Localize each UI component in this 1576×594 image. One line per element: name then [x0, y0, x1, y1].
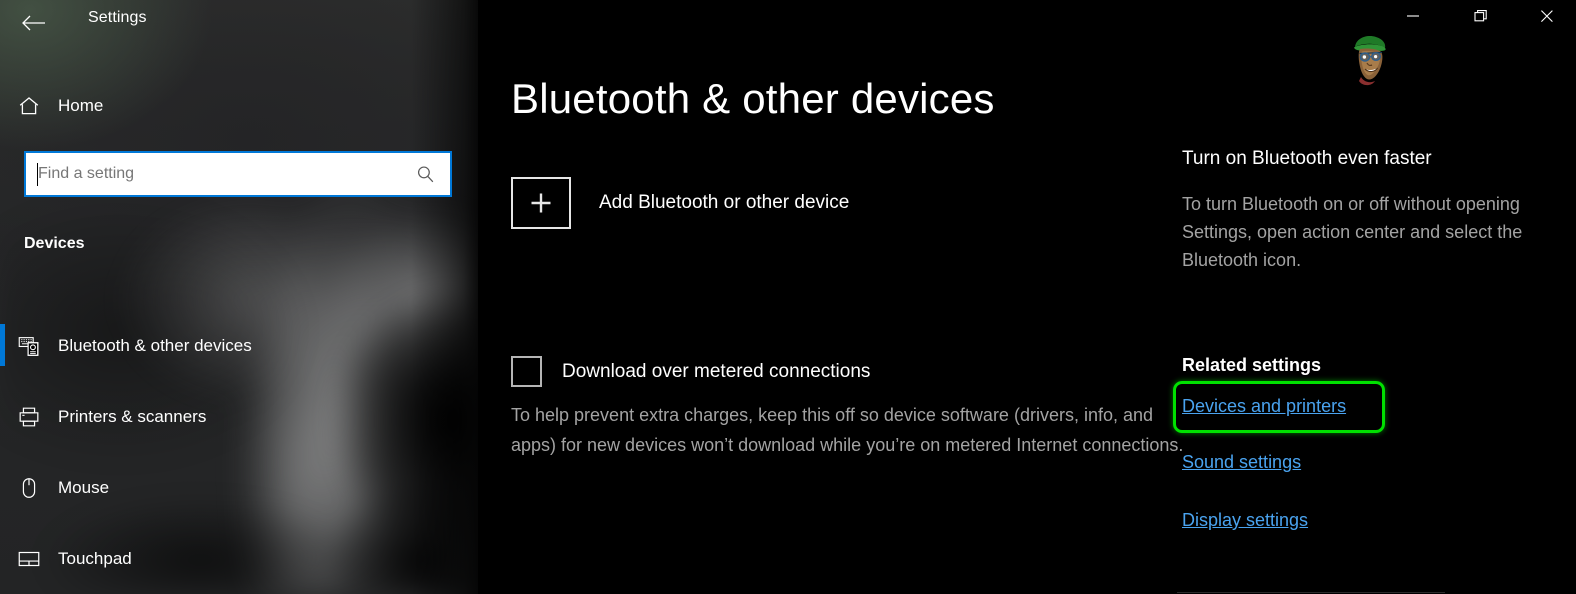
- sidebar-item-home-label: Home: [58, 96, 104, 115]
- sidebar-item-touchpad[interactable]: Touchpad: [0, 523, 478, 594]
- sidebar-item-bluetooth-other-devices[interactable]: Bluetooth & other devices: [0, 310, 478, 381]
- bottom-divider: [1177, 592, 1445, 593]
- bluetooth-devices-icon: [0, 333, 58, 359]
- sidebar-item-printers-scanners[interactable]: Printers & scanners: [0, 381, 478, 452]
- touchpad-icon: [0, 546, 58, 572]
- related-settings-title: Related settings: [1182, 355, 1322, 375]
- settings-window: Home Devices: [0, 0, 1576, 594]
- sidebar-nav-list: Bluetooth & other devices Printers & sca…: [0, 310, 478, 594]
- link-display-settings[interactable]: Display settings: [1182, 510, 1308, 531]
- sidebar-section-heading: Devices: [24, 235, 85, 252]
- plus-icon: [511, 177, 571, 229]
- search-box[interactable]: [24, 151, 452, 197]
- sidebar-item-label: Touchpad: [58, 548, 132, 568]
- title-bar: Settings: [0, 0, 1576, 46]
- mouse-icon: [0, 475, 58, 501]
- metered-connections-checkbox[interactable]: [511, 356, 542, 387]
- sidebar-item-label: Bluetooth & other devices: [58, 335, 252, 355]
- link-sound-settings[interactable]: Sound settings: [1182, 452, 1301, 473]
- watermark-avatar-icon: [1343, 31, 1395, 87]
- tip-title: Turn on Bluetooth even faster: [1182, 148, 1432, 169]
- search-icon[interactable]: [408, 153, 442, 195]
- metered-connections-description: To help prevent extra charges, keep this…: [511, 405, 1184, 455]
- add-bluetooth-device-button[interactable]: Add Bluetooth or other device: [511, 177, 849, 229]
- sidebar-item-mouse[interactable]: Mouse: [0, 452, 478, 523]
- sidebar-item-home[interactable]: Home: [0, 86, 478, 126]
- link-devices-and-printers[interactable]: Devices and printers: [1182, 396, 1346, 417]
- tip-body: To turn Bluetooth on or off without open…: [1182, 194, 1523, 270]
- right-info-panel: Turn on Bluetooth even faster To turn Bl…: [1182, 0, 1576, 594]
- sidebar-item-label: Mouse: [58, 477, 110, 497]
- selection-indicator: [0, 324, 5, 366]
- minimize-button[interactable]: [1390, 0, 1436, 32]
- metered-connections-label: Download over metered connections: [562, 360, 871, 382]
- sidebar-item-label: Printers & scanners: [58, 406, 207, 426]
- back-button[interactable]: [10, 0, 58, 46]
- window-title: Settings: [88, 9, 147, 26]
- close-button[interactable]: [1524, 0, 1570, 32]
- sidebar: Home Devices: [0, 0, 478, 594]
- metered-connections-checkbox-row[interactable]: Download over metered connections: [511, 356, 870, 387]
- home-icon: [0, 94, 58, 118]
- add-bluetooth-device-label: Add Bluetooth or other device: [599, 192, 850, 213]
- search-input[interactable]: [38, 153, 408, 195]
- maximize-button[interactable]: [1458, 0, 1504, 32]
- printer-icon: [0, 404, 58, 430]
- page-title: Bluetooth & other devices: [511, 75, 995, 122]
